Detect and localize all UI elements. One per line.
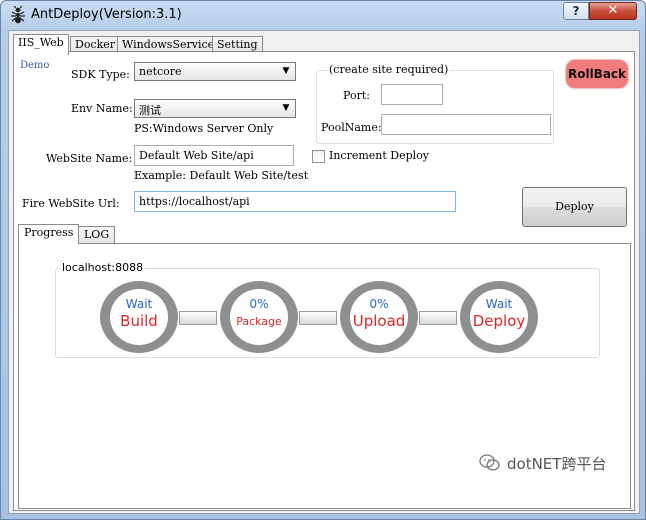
stage-build-face: Wait Build (110, 289, 168, 345)
create-site-legend: (create site required) (327, 63, 451, 76)
stage-deploy-name: Deploy (472, 312, 526, 330)
env-name-select[interactable]: 测试 ▼ (134, 99, 296, 118)
stage-build-status: Wait (125, 297, 153, 311)
stage-deploy-status: Wait (485, 297, 513, 311)
increment-deploy-checkbox[interactable] (312, 150, 325, 163)
stage-build-name: Build (120, 312, 158, 330)
close-button[interactable]: ✕ (589, 2, 637, 20)
stage-build: Wait Build (100, 281, 178, 353)
website-example: Example: Default Web Site/test (134, 169, 309, 182)
stage-upload-name: Upload (352, 312, 406, 330)
increment-deploy-label: Increment Deploy (329, 149, 430, 162)
stage-connector (419, 311, 457, 325)
watermark: dotNET跨平台 (479, 453, 629, 477)
window-title: AntDeploy(Version:3.1) (31, 7, 182, 22)
env-name-label: Env Name: (71, 102, 133, 115)
sdk-type-label: SDK Type: (71, 68, 130, 81)
deploy-button[interactable]: Deploy (522, 187, 627, 227)
stage-connector (179, 311, 217, 325)
demo-link[interactable]: Demo (20, 60, 49, 71)
sdk-type-value: netcore (139, 65, 182, 78)
server-progress-group: localhost:8088 Wait Build 0% Package 0% … (55, 261, 600, 358)
tab-log[interactable]: LOG (78, 226, 116, 244)
stage-package-status: 0% (249, 297, 269, 311)
help-button[interactable]: ? (563, 2, 589, 20)
env-note: PS:Windows Server Only (134, 122, 274, 135)
ant-icon (11, 6, 25, 24)
server-label: localhost:8088 (60, 261, 146, 274)
fire-website-url-value: https://localhost/api (139, 195, 250, 208)
fire-website-url-label: Fire WebSite Url: (22, 197, 120, 210)
watermark-text: dotNET跨平台 (507, 455, 607, 473)
sdk-type-select[interactable]: netcore ▼ (134, 62, 296, 81)
iis-web-panel: Demo SDK Type: netcore ▼ Env Name: 测试 ▼ … (13, 51, 635, 511)
chevron-down-icon: ▼ (282, 66, 290, 76)
stage-package: 0% Package (220, 281, 298, 353)
pool-name-input[interactable] (381, 114, 551, 135)
tab-progress[interactable]: Progress (18, 224, 80, 244)
tab-iis-web[interactable]: IIS_Web (13, 34, 69, 55)
port-input[interactable] (381, 84, 443, 105)
wechat-icon (479, 454, 500, 471)
stage-deploy: Wait Deploy (460, 281, 538, 353)
chevron-down-icon: ▼ (282, 103, 290, 113)
website-name-value: Default Web Site/api (139, 149, 254, 162)
pool-name-label: PoolName: (321, 121, 382, 134)
client-area: IIS_Web Docker WindowsService Setting De… (8, 30, 640, 514)
stage-upload: 0% Upload (340, 281, 418, 353)
website-name-label: WebSite Name: (46, 152, 133, 165)
stage-deploy-face: Wait Deploy (470, 289, 528, 345)
env-name-value: 测试 (139, 104, 161, 117)
stage-package-name: Package (236, 315, 282, 328)
app-window: AntDeploy(Version:3.1) ? ✕ IIS_Web Docke… (0, 0, 646, 520)
stage-upload-status: 0% (369, 297, 389, 311)
stage-package-face: 0% Package (230, 289, 288, 345)
website-name-input[interactable]: Default Web Site/api (134, 145, 294, 166)
stage-upload-face: 0% Upload (350, 289, 408, 345)
stage-connector (299, 311, 337, 325)
rollback-button[interactable]: RollBack (566, 60, 628, 88)
fire-website-url-input[interactable]: https://localhost/api (134, 191, 456, 212)
title-bar: AntDeploy(Version:3.1) ? ✕ (1, 1, 645, 29)
create-site-group: (create site required) Port: PoolName: (316, 63, 554, 144)
port-label: Port: (343, 89, 370, 102)
